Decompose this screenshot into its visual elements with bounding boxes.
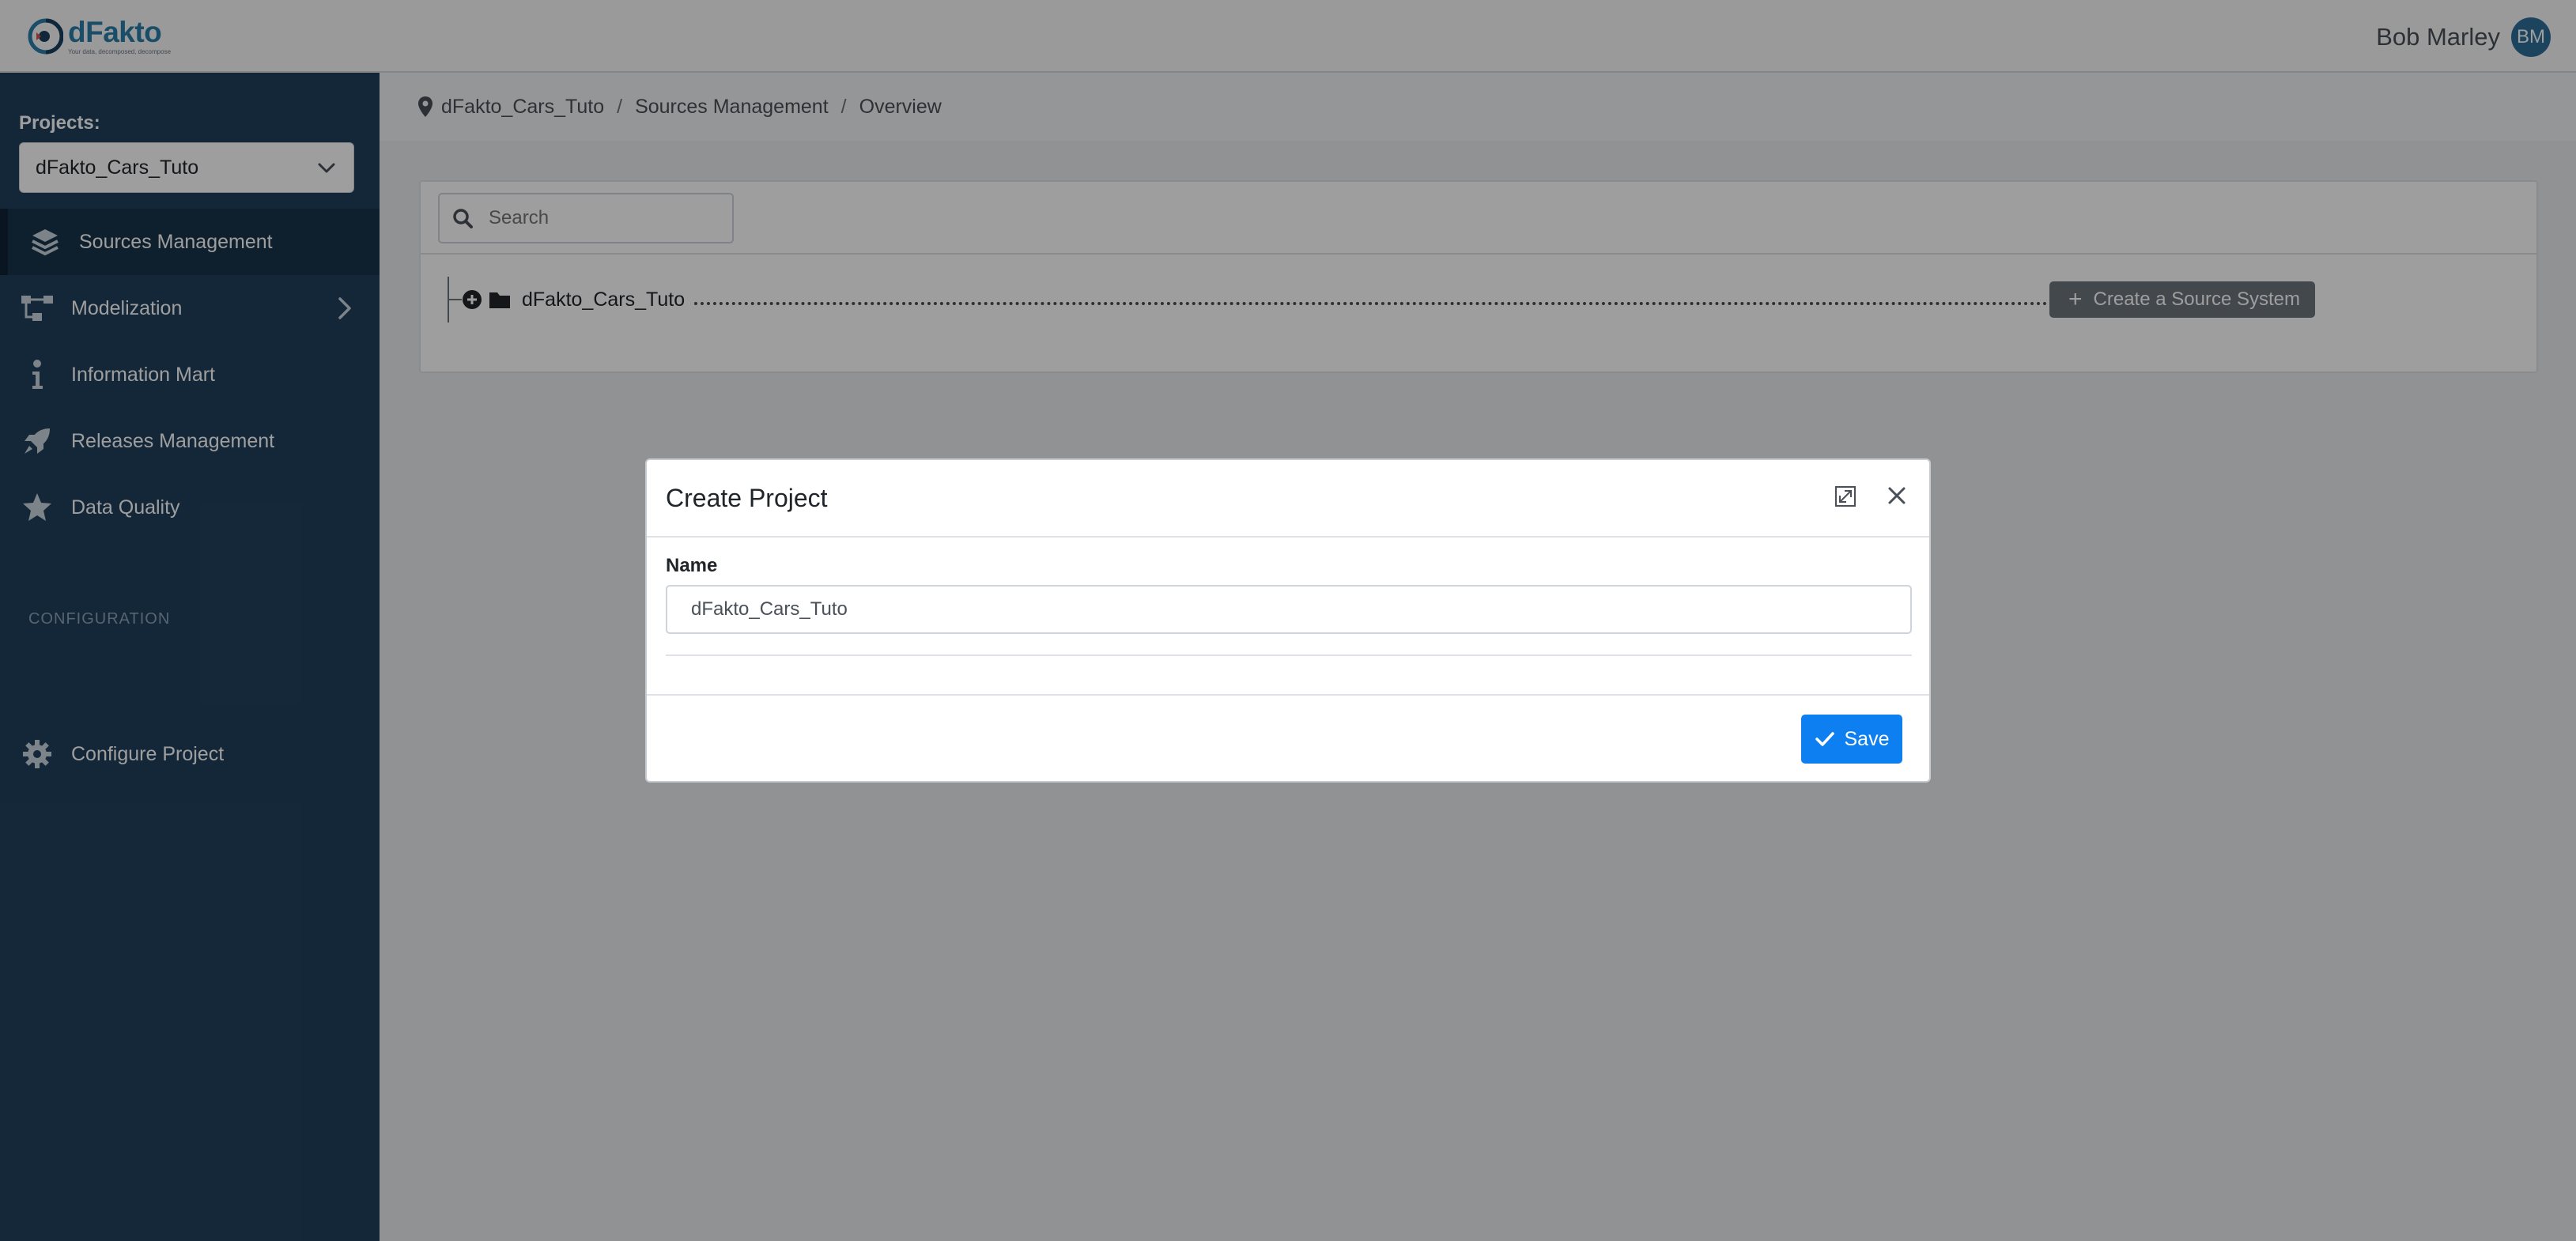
create-project-modal: Create Project Name Save (645, 458, 1931, 783)
project-name-input[interactable] (666, 585, 1912, 634)
save-label: Save (1844, 727, 1890, 750)
modal-divider (666, 654, 1912, 656)
maximize-icon[interactable] (1834, 485, 1856, 507)
save-button[interactable]: Save (1801, 715, 1902, 764)
name-field-label: Name (666, 555, 718, 576)
check-icon (1815, 732, 1834, 746)
modal-title: Create Project (666, 484, 828, 512)
close-icon[interactable] (1885, 484, 1909, 507)
